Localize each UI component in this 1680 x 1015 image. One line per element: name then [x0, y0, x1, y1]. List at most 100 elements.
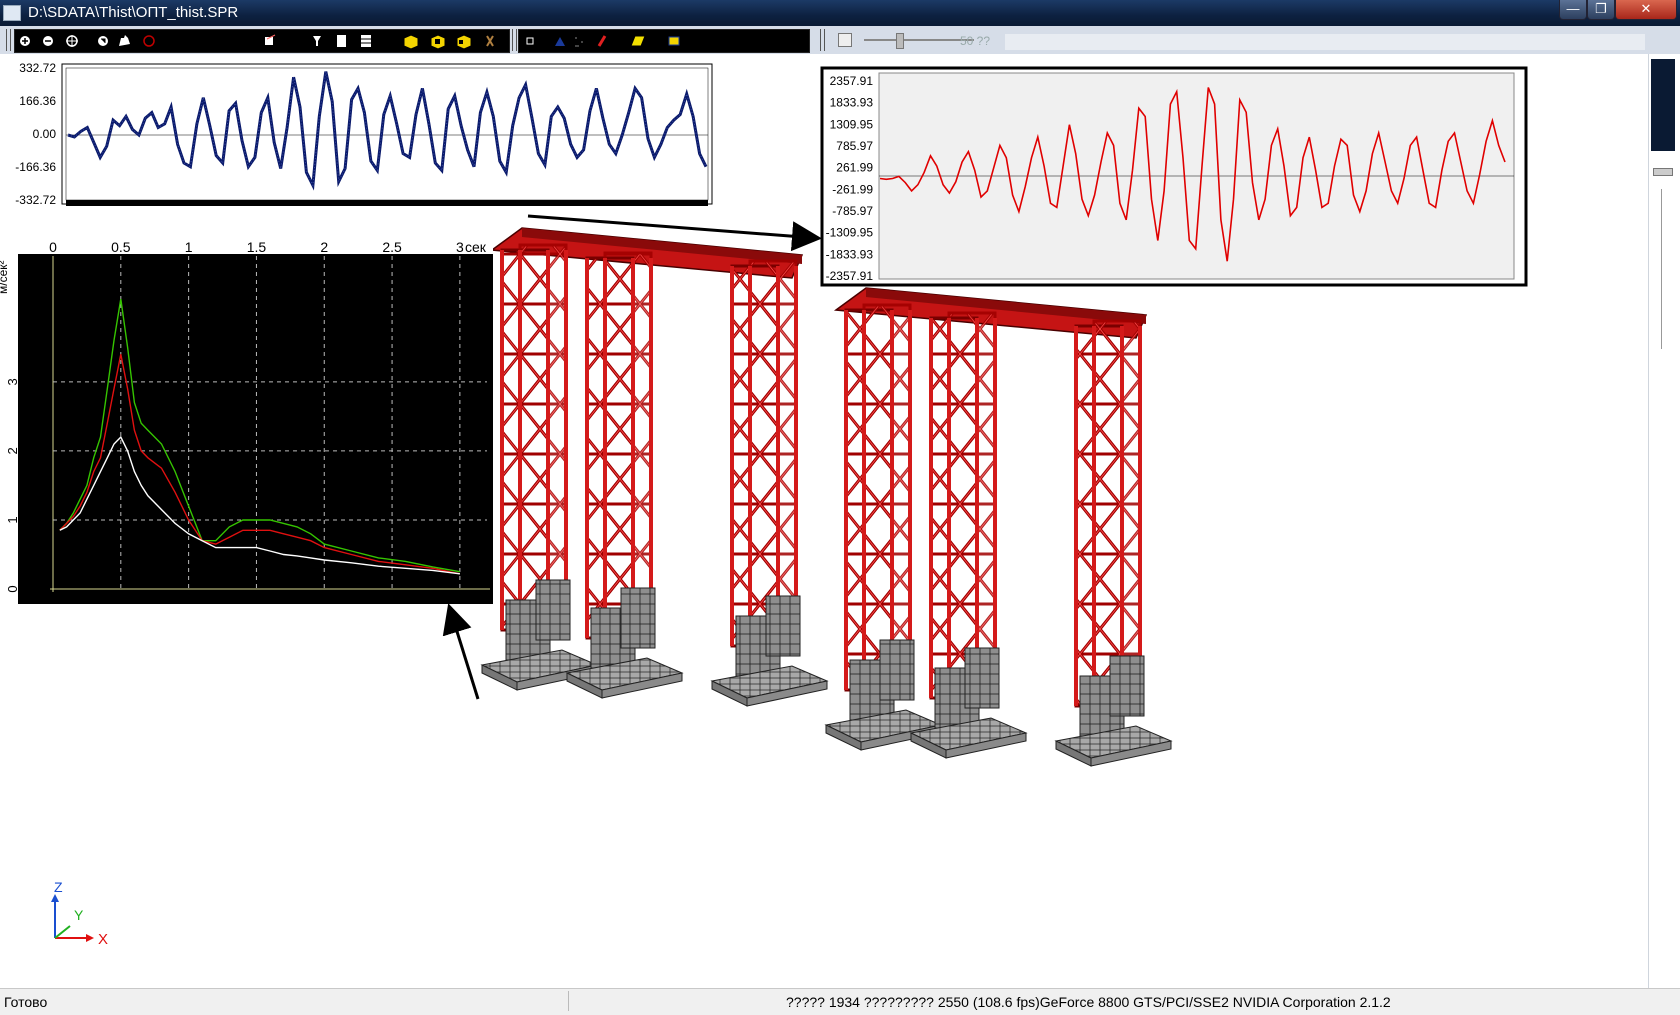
animation-toolbar: 50 ?? [830, 29, 1005, 51]
target-icon[interactable] [143, 35, 155, 47]
chart2-y-tick: -2357.91 [826, 269, 874, 283]
chart2-y-tick: -785.97 [832, 204, 873, 218]
cube-section-icon[interactable] [456, 34, 472, 50]
status-info: ????? 1934 ????????? 2550 (108.6 fps)GeF… [786, 994, 1391, 1010]
status-divider [568, 991, 569, 1011]
pier [1109, 655, 1145, 717]
lattice-column-back [1092, 319, 1142, 711]
minimize-button[interactable]: — [1559, 0, 1587, 20]
chart1-bottom-bar [66, 200, 708, 206]
response-spectrum-chart[interactable]: 0 0.5 1 1.5 2 2.5 3 0 1 2 3 м/сек² сек [0, 239, 493, 604]
pier [765, 595, 801, 657]
spectrum-y-tick: 3 [5, 378, 20, 385]
chart2-y-tick: 2357.91 [830, 74, 874, 88]
spectrum-plot-area [18, 254, 493, 604]
document-icon[interactable] [337, 35, 346, 47]
chart1-y-tick: 0.00 [33, 127, 57, 141]
toolbar-empty-area [1005, 34, 1645, 50]
pier [879, 639, 915, 701]
spectrum-x-label: сек [465, 239, 487, 255]
pier [620, 587, 656, 649]
view-toolbar [14, 29, 510, 53]
side-slider-thumb[interactable] [1653, 168, 1673, 176]
fit-view-icon[interactable] [66, 35, 78, 47]
spectrum-x-tick: 1 [185, 239, 193, 255]
lattice-column-back [748, 259, 798, 651]
zoom-in-icon[interactable] [20, 36, 30, 46]
time-history-chart-2[interactable]: 2357.91 1833.93 1309.95 785.97 261.99 -261.99… [820, 66, 1528, 287]
right-side-panel [1648, 54, 1680, 988]
axis-x-label: X [98, 931, 108, 948]
side-toolbar[interactable] [1651, 59, 1675, 151]
flag-icon[interactable] [668, 36, 680, 46]
lattice-column-back [947, 311, 997, 703]
pan-hand-icon[interactable] [119, 35, 130, 46]
rotate-icon[interactable] [98, 36, 108, 46]
chart1-y-tick: 166.36 [19, 94, 56, 108]
status-bar: Готово ????? 1934 ????????? 2550 (108.6 … [0, 988, 1680, 1015]
side-slider-track[interactable] [1661, 189, 1662, 349]
app-icon [3, 5, 21, 21]
spectrum-x-tick: 2 [320, 239, 328, 255]
window-title: D:\SDATA\Thist\ОПТ_thist.SPR [28, 4, 239, 21]
frame-value: 50 ?? [960, 34, 991, 48]
chart1-frame [61, 63, 713, 205]
axis-y-label: Y [74, 907, 84, 923]
axis-z-label: Z [54, 879, 63, 895]
chart1-y-tick: 332.72 [19, 61, 56, 75]
title-bar: D:\SDATA\Thist\ОПТ_thist.SPR — ❐ ✕ [0, 0, 1680, 26]
toolbar-grip[interactable] [6, 29, 11, 51]
cube-yellow-icon[interactable] [403, 34, 419, 50]
pier [964, 647, 1000, 709]
lattice-column-back [518, 243, 568, 635]
spectrum-y-label: м/сек² [0, 260, 10, 294]
chart1-y-tick: -332.72 [15, 193, 56, 207]
dots-icon[interactable] [575, 37, 583, 47]
status-ready: Готово [4, 994, 48, 1010]
chart2-y-tick: 261.99 [836, 161, 873, 175]
spectrum-x-tick: 0 [49, 239, 57, 255]
frame-structure-1[interactable] [480, 227, 829, 707]
frame-slider[interactable] [864, 33, 974, 49]
axes-triad: Z Y X [51, 879, 108, 948]
chart2-y-tick: -1309.95 [826, 226, 874, 240]
close-button[interactable]: ✕ [1615, 0, 1677, 20]
chart2-y-tick: -1833.93 [826, 247, 874, 261]
filter-icon[interactable] [313, 36, 321, 46]
spectrum-x-tick: 2.5 [382, 239, 402, 255]
viewport-canvas[interactable]: 332.72 166.36 0.00 -166.36 -332.72 2357.91 18… [0, 54, 1648, 988]
chart2-y-tick: 1309.95 [830, 117, 874, 131]
toolbar: 50 ?? [0, 26, 1680, 54]
spectrum-y-tick: 0 [5, 585, 20, 592]
frame-structure-2[interactable] [824, 287, 1173, 767]
triangle-icon[interactable] [555, 37, 565, 46]
cube-open-icon[interactable] [430, 34, 446, 50]
projection-icon[interactable] [265, 34, 276, 45]
display-toolbar [518, 29, 810, 53]
spectrum-y-tick: 2 [5, 447, 20, 454]
toolbar-grip-2[interactable] [512, 29, 517, 51]
plane-icon[interactable] [630, 35, 646, 47]
node-icon[interactable] [526, 37, 534, 45]
spectrum-x-tick: 3 [456, 239, 464, 255]
chart2-y-tick: 1833.93 [830, 96, 874, 110]
animation-checkbox[interactable] [838, 33, 852, 47]
model-viewport[interactable]: 332.72 166.36 0.00 -166.36 -332.72 2357.91 18… [0, 54, 1648, 988]
chart1-y-tick: -166.36 [15, 160, 56, 174]
chart2-y-tick: 785.97 [836, 139, 873, 153]
spectrum-y-tick: 1 [5, 516, 20, 523]
table-icon[interactable] [361, 35, 371, 47]
brush-icon[interactable] [597, 35, 607, 47]
chart2-y-tick: -261.99 [832, 182, 873, 196]
tools-icon[interactable] [486, 35, 494, 47]
toolbar-grip-3[interactable] [820, 29, 825, 51]
lattice-column-back [862, 303, 912, 695]
pier [535, 579, 571, 641]
spectrum-x-tick: 1.5 [247, 239, 267, 255]
restore-button[interactable]: ❐ [1587, 0, 1615, 20]
connector-arrow-bottom [442, 603, 480, 700]
lattice-column-back [603, 251, 653, 643]
spectrum-x-tick: 0.5 [111, 239, 131, 255]
time-history-chart-1[interactable]: 332.72 166.36 0.00 -166.36 -332.72 [15, 61, 713, 207]
zoom-out-icon[interactable] [43, 36, 53, 46]
